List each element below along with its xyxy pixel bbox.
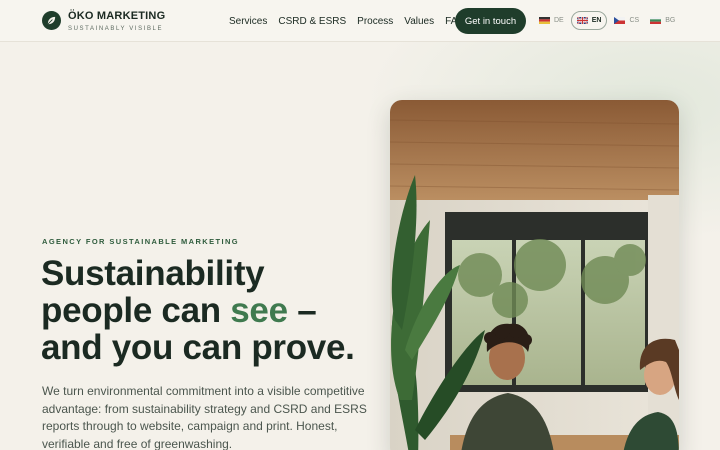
- nav-services[interactable]: Services: [229, 16, 267, 27]
- get-in-touch-button[interactable]: Get in touch: [455, 8, 526, 34]
- brand-logo[interactable]: ÖKO MARKETING SUSTAINABLY VISIBLE: [42, 11, 165, 32]
- uk-flag-icon: [576, 16, 589, 25]
- czech-flag-icon: [614, 17, 626, 24]
- main-nav: Services CSRD & ESRS Process Values FAQ: [229, 0, 476, 42]
- nav-csrd-esrs[interactable]: CSRD & ESRS: [278, 16, 346, 27]
- nav-values[interactable]: Values: [404, 16, 434, 27]
- nav-process[interactable]: Process: [357, 16, 393, 27]
- hero-eyebrow: AGENCY FOR SUSTAINABLE MARKETING: [42, 237, 240, 246]
- site-header: ÖKO MARKETING SUSTAINABLY VISIBLE Servic…: [0, 0, 720, 42]
- brand-name: ÖKO MARKETING: [68, 10, 166, 22]
- leaf-icon: [42, 11, 61, 30]
- bulgaria-flag-icon: [650, 17, 662, 24]
- hero-photo: [390, 100, 679, 450]
- hero-lead: We turn environmental commitment into a …: [42, 384, 367, 450]
- lang-de[interactable]: DE: [535, 11, 568, 30]
- lang-bg-label: BG: [665, 17, 676, 24]
- headline-accent: see: [230, 291, 288, 330]
- lang-cs[interactable]: CS: [610, 11, 643, 30]
- lang-en[interactable]: EN: [570, 11, 608, 30]
- lang-en-label: EN: [591, 17, 602, 24]
- lang-bg[interactable]: BG: [646, 11, 679, 30]
- lang-cs-label: CS: [629, 17, 640, 24]
- lang-de-label: DE: [554, 17, 564, 24]
- hero-headline: Sustainability people can see – and you …: [41, 255, 381, 366]
- germany-flag-icon: [539, 17, 550, 24]
- brand-tagline: SUSTAINABLY VISIBLE: [68, 26, 164, 32]
- language-switcher: DE EN CS BG: [535, 11, 682, 30]
